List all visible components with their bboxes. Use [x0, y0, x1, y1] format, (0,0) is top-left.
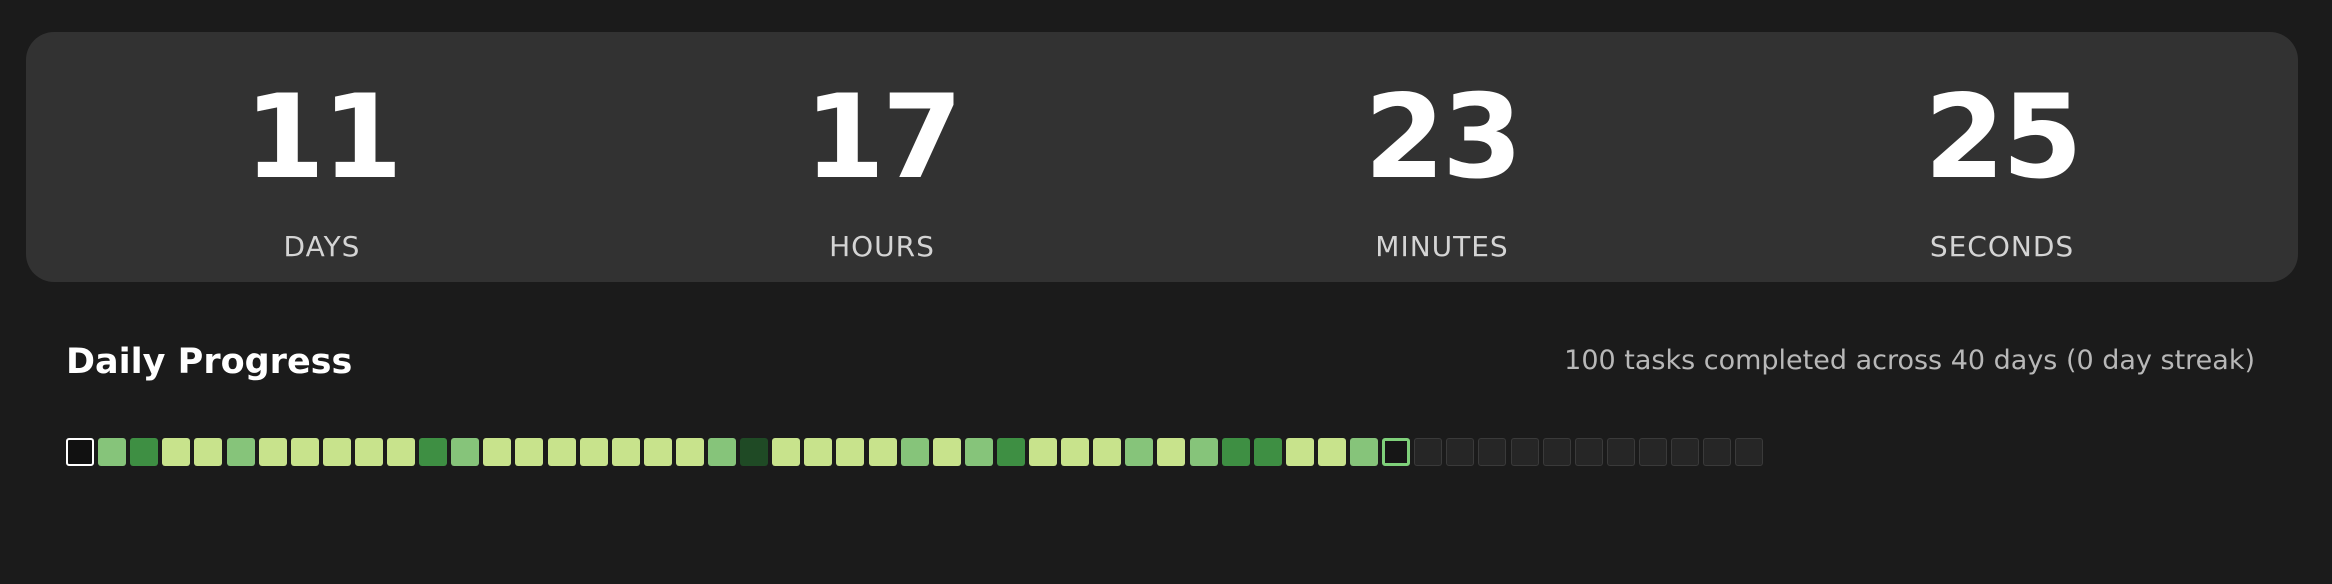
- minutes-label: MINUTES: [1375, 230, 1509, 263]
- day-cell-empty[interactable]: [1735, 438, 1764, 466]
- minutes-value: 23: [1364, 70, 1522, 205]
- day-cell-light[interactable]: [1093, 438, 1122, 466]
- day-cell-medium[interactable]: [98, 438, 127, 466]
- day-cell-medium[interactable]: [1125, 438, 1154, 466]
- day-cell-medium[interactable]: [1189, 438, 1218, 466]
- day-cell-medium[interactable]: [1350, 438, 1378, 466]
- day-cell-light[interactable]: [387, 438, 415, 466]
- day-cell-light[interactable]: [483, 438, 512, 466]
- days-label: DAYS: [283, 230, 361, 263]
- day-cell-empty[interactable]: [1638, 438, 1667, 466]
- day-cell-light[interactable]: [162, 438, 191, 466]
- day-cell-light[interactable]: [258, 438, 287, 466]
- day-cell-light[interactable]: [804, 438, 833, 466]
- countdown-panel: 11 DAYS 17 HOURS 23 MINUTES 25 SECONDS: [26, 32, 2298, 282]
- day-cell-dark[interactable]: [419, 438, 448, 466]
- days-value: 11: [244, 70, 402, 205]
- day-cell-light[interactable]: [290, 438, 319, 466]
- day-cell-empty[interactable]: [1414, 438, 1443, 466]
- day-cell-light[interactable]: [515, 438, 544, 466]
- day-cell-empty[interactable]: [1542, 438, 1571, 466]
- day-cell-light[interactable]: [932, 438, 961, 466]
- day-cell-light[interactable]: [1061, 438, 1090, 466]
- day-cell-darkest[interactable]: [740, 438, 769, 466]
- day-cell-empty[interactable]: [1574, 438, 1603, 466]
- hours-value: 17: [804, 70, 962, 205]
- day-cell-first[interactable]: [66, 438, 94, 466]
- day-cell-light[interactable]: [643, 438, 672, 466]
- seconds-label: SECONDS: [1929, 230, 2075, 263]
- day-cell-light[interactable]: [1157, 438, 1186, 466]
- day-cell-medium[interactable]: [451, 438, 480, 466]
- day-cell-empty[interactable]: [1510, 438, 1539, 466]
- day-cell-light[interactable]: [1317, 438, 1346, 466]
- day-cell-light[interactable]: [611, 438, 640, 466]
- day-cell-medium[interactable]: [226, 438, 255, 466]
- day-cell-light[interactable]: [836, 438, 865, 466]
- day-cell-dark[interactable]: [130, 438, 159, 466]
- countdown-minutes: 23 MINUTES: [1242, 32, 1642, 282]
- day-cell-light[interactable]: [1029, 438, 1057, 466]
- day-cell-empty[interactable]: [1478, 438, 1507, 466]
- day-cell-light[interactable]: [772, 438, 801, 466]
- progress-summary: 100 tasks completed across 40 days (0 da…: [1564, 345, 2255, 376]
- day-cell-empty[interactable]: [1703, 438, 1732, 466]
- day-cell-light[interactable]: [354, 438, 383, 466]
- countdown-hours: 17 HOURS: [682, 32, 1082, 282]
- day-cell-light[interactable]: [579, 438, 608, 466]
- day-cell-light[interactable]: [547, 438, 576, 466]
- daily-progress-title: Daily Progress: [66, 342, 353, 382]
- day-cell-light[interactable]: [675, 438, 704, 466]
- day-cell-empty[interactable]: [1671, 438, 1699, 466]
- seconds-value: 25: [1924, 70, 2082, 205]
- countdown-seconds: 25 SECONDS: [1802, 32, 2202, 282]
- countdown-days: 11 DAYS: [122, 32, 522, 282]
- day-cell-light[interactable]: [868, 438, 897, 466]
- day-cell-medium[interactable]: [708, 438, 736, 466]
- day-cell-dark[interactable]: [1253, 438, 1282, 466]
- day-cell-empty[interactable]: [1606, 438, 1635, 466]
- day-cell-dark[interactable]: [1221, 438, 1250, 466]
- day-cell-today[interactable]: [1382, 438, 1411, 466]
- day-cell-medium[interactable]: [964, 438, 993, 466]
- day-cell-dark[interactable]: [996, 438, 1025, 466]
- hours-label: HOURS: [829, 230, 935, 263]
- day-cell-empty[interactable]: [1446, 438, 1475, 466]
- day-cell-light[interactable]: [194, 438, 223, 466]
- day-cell-light[interactable]: [322, 438, 351, 466]
- day-cell-light[interactable]: [1285, 438, 1314, 466]
- day-cell-medium[interactable]: [900, 438, 929, 466]
